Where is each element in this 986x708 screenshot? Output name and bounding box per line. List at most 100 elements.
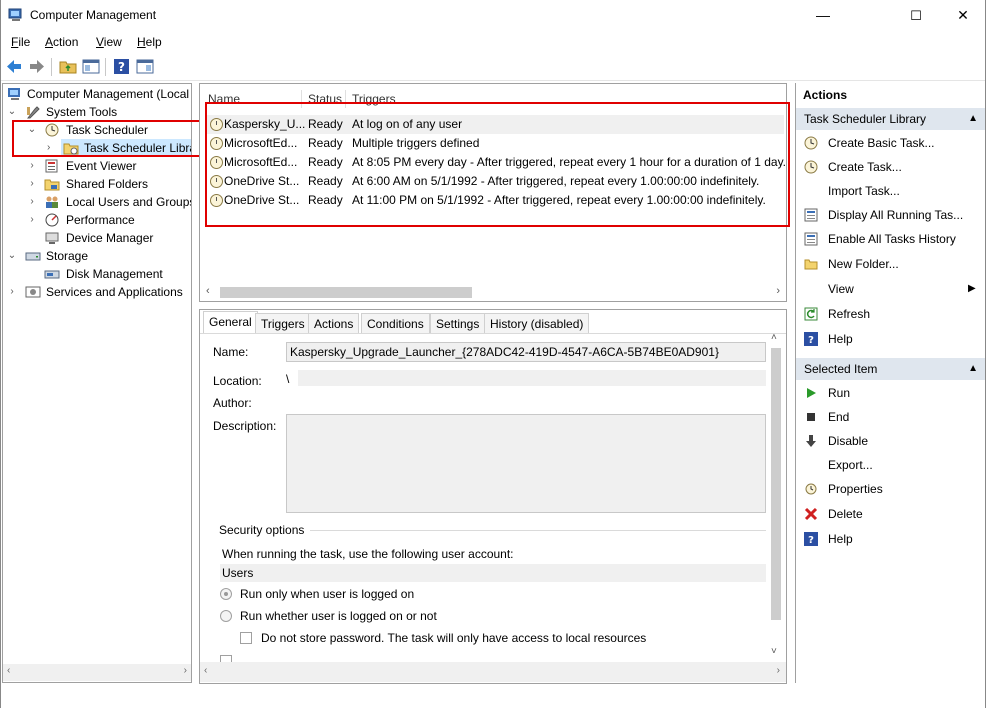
scrollbar-thumb[interactable] — [771, 348, 781, 620]
scrollbar-thumb[interactable] — [220, 287, 472, 298]
scroll-right-icon[interactable]: › — [184, 665, 187, 676]
collapse-up-icon[interactable]: ▲ — [968, 358, 978, 380]
tab-settings[interactable]: Settings — [430, 313, 486, 334]
group-line — [310, 530, 766, 531]
svg-text:?: ? — [808, 535, 814, 546]
detail-vertical-scrollbar[interactable]: ˄ ˅ — [768, 332, 784, 662]
svg-text:?: ? — [118, 60, 125, 74]
menu-bar: File Action View Help — [0, 31, 986, 53]
help-icon[interactable]: ? — [113, 58, 131, 75]
security-options-heading: Security options — [219, 523, 305, 537]
chevron-right-icon[interactable]: › — [27, 193, 37, 211]
scroll-right-icon[interactable]: › — [777, 665, 780, 676]
disable-down-arrow-icon — [806, 435, 816, 447]
help-icon: ? — [804, 532, 818, 546]
tab-conditions[interactable]: Conditions — [361, 313, 430, 334]
user-account-text: When running the task, use the following… — [222, 547, 514, 561]
chevron-right-icon[interactable]: › — [27, 211, 37, 229]
name-field[interactable]: Kaspersky_Upgrade_Launcher_{278ADC42-419… — [286, 342, 766, 362]
list-horizontal-scrollbar[interactable]: ‹ › — [204, 285, 782, 299]
menu-action[interactable]: Action — [45, 35, 78, 49]
radio-run-whether-label[interactable]: Run whether user is logged on or not — [240, 609, 437, 623]
create-task-icon — [804, 160, 818, 174]
tab-history[interactable]: History (disabled) — [484, 313, 590, 334]
running-tasks-icon — [804, 208, 818, 222]
tab-general[interactable]: General — [203, 311, 258, 334]
stop-icon — [807, 413, 815, 421]
services-icon — [25, 286, 41, 298]
menu-file[interactable]: File — [11, 35, 30, 49]
title-bar: Computer Management — ☐ ✕ — [0, 0, 986, 31]
maximize-button[interactable]: ☐ — [893, 0, 939, 31]
task-detail-pane: General Triggers Actions Conditions Sett… — [199, 309, 787, 684]
section-selected-item[interactable]: Selected Item ▲ — [796, 358, 986, 380]
actions-title: Actions — [803, 88, 848, 102]
run-icon — [807, 388, 816, 398]
radio-run-whether[interactable] — [220, 610, 232, 622]
name-label: Name: — [213, 345, 249, 359]
toolbar-separator — [105, 58, 106, 76]
tree-node-computer-management[interactable]: Computer Management (Local — [3, 85, 191, 103]
create-basic-task-icon — [804, 136, 818, 150]
action-view[interactable]: View ▶ — [804, 279, 979, 299]
show-hide-action-pane-icon[interactable] — [136, 58, 154, 75]
chevron-down-icon[interactable]: ⌄ — [7, 103, 17, 121]
radio-run-logged-on[interactable] — [220, 588, 232, 600]
svg-text:?: ? — [808, 335, 814, 346]
detail-horizontal-scrollbar[interactable]: ‹ › — [200, 662, 786, 682]
user-account-field[interactable]: Users — [220, 564, 766, 582]
toolbar-separator — [51, 58, 52, 76]
tasks-history-icon — [804, 232, 818, 246]
scroll-left-icon[interactable]: ‹ — [204, 665, 207, 676]
tab-triggers[interactable]: Triggers — [255, 313, 311, 334]
menu-help[interactable]: Help — [137, 35, 162, 49]
tree-horizontal-scrollbar[interactable]: ‹ › — [3, 664, 191, 681]
chevron-right-icon[interactable]: › — [27, 157, 37, 175]
scroll-left-icon[interactable]: ‹ — [206, 285, 210, 297]
scroll-left-icon[interactable]: ‹ — [7, 665, 10, 676]
scroll-down-icon[interactable]: ˅ — [771, 646, 777, 657]
back-arrow-icon[interactable] — [5, 58, 23, 75]
tab-actions[interactable]: Actions — [308, 313, 360, 334]
window-border — [0, 0, 1, 708]
radio-run-logged-on-label[interactable]: Run only when user is logged on — [240, 587, 414, 601]
chevron-down-icon[interactable]: ⌄ — [7, 247, 17, 265]
section-task-scheduler-library[interactable]: Task Scheduler Library ▲ — [796, 108, 986, 130]
description-label: Description: — [213, 419, 277, 433]
console-tree: Computer Management (Local ⌄ System Tool… — [2, 83, 192, 683]
highlight-box-tree — [12, 120, 203, 157]
author-label: Author: — [213, 396, 252, 410]
location-value: \ — [286, 372, 290, 386]
window-title: Computer Management — [30, 8, 157, 22]
properties-icon — [805, 483, 817, 495]
show-hide-tree-icon[interactable] — [82, 58, 100, 75]
performance-icon — [45, 213, 59, 227]
system-tools-icon — [26, 106, 40, 119]
delete-x-icon — [804, 507, 818, 521]
description-field[interactable] — [286, 414, 766, 513]
chevron-right-icon[interactable]: › — [7, 283, 17, 301]
computer-management-icon — [8, 8, 22, 21]
actions-pane: Actions Task Scheduler Library ▲ Create … — [795, 83, 986, 683]
forward-arrow-icon[interactable] — [28, 58, 46, 75]
disk-management-icon — [44, 270, 60, 279]
computer-management-icon — [8, 88, 20, 100]
storage-icon — [25, 252, 41, 261]
up-folder-icon[interactable] — [59, 58, 77, 75]
highlight-box-tasks — [205, 102, 790, 227]
refresh-icon — [804, 307, 818, 321]
scroll-right-icon[interactable]: › — [776, 285, 780, 297]
location-field-bg — [298, 370, 766, 386]
close-button[interactable]: ✕ — [940, 0, 986, 31]
event-viewer-icon — [45, 159, 58, 173]
location-label: Location: — [213, 374, 262, 388]
minimize-button[interactable]: — — [800, 0, 846, 31]
chevron-right-icon[interactable]: › — [27, 175, 37, 193]
menu-view[interactable]: View — [96, 35, 122, 49]
collapse-up-icon[interactable]: ▲ — [968, 108, 978, 130]
shared-folder-icon — [44, 179, 60, 191]
scroll-up-icon[interactable]: ˄ — [771, 332, 777, 343]
checkbox-do-not-store-password[interactable] — [240, 632, 252, 644]
checkbox-do-not-store-password-label[interactable]: Do not store password. The task will onl… — [261, 631, 646, 645]
users-icon — [46, 196, 58, 208]
